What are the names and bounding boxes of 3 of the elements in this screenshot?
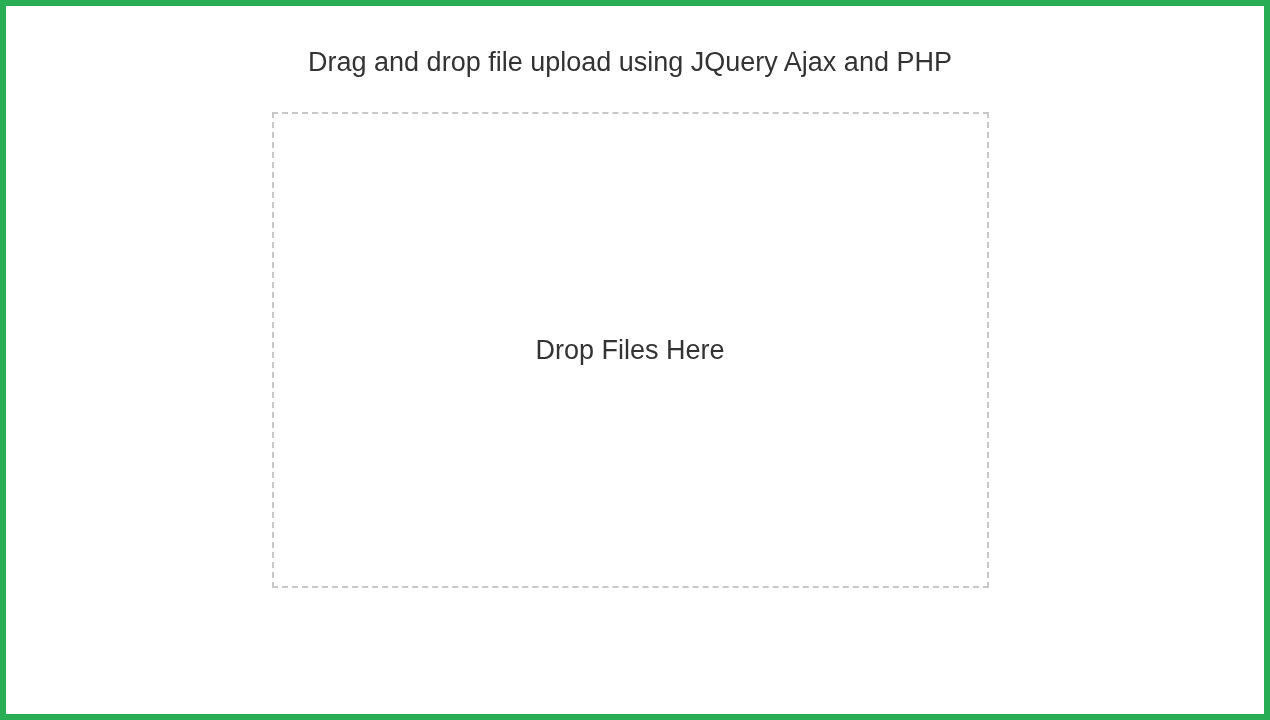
- drop-zone[interactable]: Drop Files Here: [271, 112, 989, 588]
- drop-zone-label: Drop Files Here: [535, 334, 725, 366]
- page-title: Drag and drop file upload using JQuery Ajax and PHP: [308, 46, 952, 78]
